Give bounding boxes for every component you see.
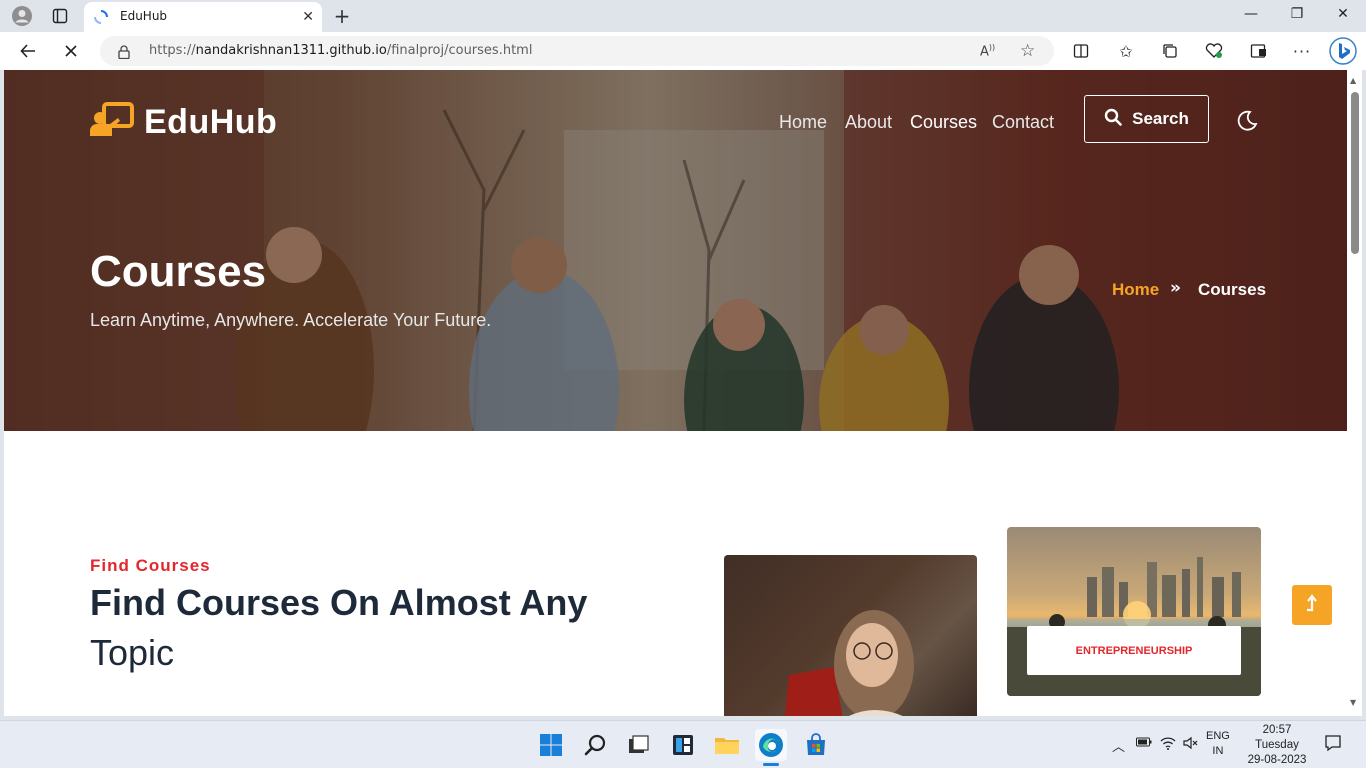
input-language-indicator[interactable]: ENG IN xyxy=(1206,729,1230,759)
scroll-to-top-button[interactable] xyxy=(1292,585,1332,625)
page-scrollbar[interactable]: ▲ ▼ xyxy=(1347,70,1362,716)
bing-copilot-icon[interactable] xyxy=(1329,37,1357,65)
search-button[interactable]: Search xyxy=(1084,95,1209,143)
tab-eduhub[interactable]: EduHub ✕ xyxy=(84,2,322,32)
widgets-icon[interactable] xyxy=(667,729,699,761)
page-viewport: EduHub Home About Courses Contact Search… xyxy=(4,70,1347,716)
region-code: IN xyxy=(1212,745,1224,757)
windows-taskbar: ︿ ENG IN 20:57 Tuesday 29-08-2023 xyxy=(0,720,1366,768)
file-explorer-icon[interactable] xyxy=(711,729,743,761)
search-label: Search xyxy=(1132,109,1189,128)
breadcrumb-home[interactable]: Home xyxy=(1112,280,1159,300)
browser-essentials-icon[interactable] xyxy=(1203,40,1225,62)
new-tab-button[interactable]: + xyxy=(330,4,354,28)
read-aloud-icon[interactable]: A)) xyxy=(980,43,995,59)
tab-title: EduHub xyxy=(120,9,168,23)
teacher-board-icon xyxy=(90,102,134,142)
favorites-icon[interactable]: ✩ xyxy=(1115,40,1137,62)
address-bar[interactable]: https://nandakrishnan1311.github.io/fina… xyxy=(100,36,1054,66)
lock-icon[interactable] xyxy=(118,44,130,63)
system-clock[interactable]: 20:57 Tuesday 29-08-2023 xyxy=(1240,723,1314,768)
site-logo[interactable]: EduHub xyxy=(90,102,277,142)
browser-tab-bar: EduHub ✕ + — ❐ ✕ xyxy=(0,0,1366,32)
close-tab-icon[interactable]: ✕ xyxy=(302,9,314,25)
nav-about[interactable]: About xyxy=(845,112,892,133)
breadcrumb-current: Courses xyxy=(1198,280,1267,299)
back-button[interactable] xyxy=(15,39,41,63)
show-hidden-icons-chevron-up-icon[interactable]: ︿ xyxy=(1112,736,1125,755)
start-windows-icon[interactable] xyxy=(535,729,567,761)
section-heading-light: Topic xyxy=(90,632,175,673)
woman-with-glasses-photo xyxy=(724,555,977,716)
scroll-thumb[interactable] xyxy=(1351,92,1359,254)
profile-icon[interactable] xyxy=(10,4,34,28)
search-icon xyxy=(1104,108,1122,131)
url-text[interactable]: https://nandakrishnan1311.github.io/fina… xyxy=(149,43,532,58)
wifi-icon[interactable] xyxy=(1160,736,1176,753)
section-kicker: Find Courses xyxy=(90,556,211,575)
page-subtitle: Learn Anytime, Anywhere. Accelerate Your… xyxy=(90,310,492,330)
hero-banner: EduHub Home About Courses Contact Search… xyxy=(4,70,1347,431)
scroll-down-arrow-icon[interactable]: ▼ xyxy=(1350,698,1356,707)
nav-contact[interactable]: Contact xyxy=(992,112,1054,133)
active-app-indicator xyxy=(763,763,779,766)
taskbar-search-icon[interactable] xyxy=(580,729,612,761)
tab-actions-icon[interactable] xyxy=(48,4,72,28)
split-screen-icon[interactable] xyxy=(1070,40,1092,62)
clock-date: 29-08-2023 xyxy=(1247,754,1307,766)
edge-browser-icon[interactable] xyxy=(755,729,787,761)
scroll-up-arrow-icon[interactable]: ▲ xyxy=(1350,76,1356,85)
course-card-image[interactable] xyxy=(724,555,977,716)
notifications-icon[interactable] xyxy=(1324,734,1342,755)
brand-name: EduHub xyxy=(144,102,278,141)
task-view-icon[interactable] xyxy=(622,729,654,761)
microsoft-store-icon[interactable] xyxy=(800,729,832,761)
more-options-icon[interactable]: ··· xyxy=(1291,40,1313,62)
language-code: ENG xyxy=(1206,730,1230,742)
stop-loading-button[interactable] xyxy=(58,39,84,63)
restore-button[interactable]: ❐ xyxy=(1282,6,1312,22)
section-heading-bold: Find Courses On Almost Any xyxy=(90,582,588,623)
category-label[interactable]: ENTREPRENEURSHIP xyxy=(1027,626,1241,675)
dark-mode-toggle-icon[interactable] xyxy=(1236,110,1258,136)
battery-icon[interactable] xyxy=(1136,736,1152,751)
clock-day: Tuesday xyxy=(1255,739,1299,751)
volume-muted-icon[interactable] xyxy=(1183,736,1199,753)
close-window-button[interactable]: ✕ xyxy=(1328,6,1358,22)
nav-home[interactable]: Home xyxy=(779,112,827,133)
collections-icon[interactable] xyxy=(1159,40,1181,62)
arrow-up-icon xyxy=(1305,593,1319,617)
clock-time: 20:57 xyxy=(1262,724,1292,736)
page-title: Courses xyxy=(90,247,267,296)
browser-toolbar: https://nandakrishnan1311.github.io/fina… xyxy=(0,32,1366,70)
minimize-button[interactable]: — xyxy=(1236,6,1266,22)
nav-courses[interactable]: Courses xyxy=(910,112,977,133)
loading-icon xyxy=(94,9,108,28)
double-chevron-right-icon: » xyxy=(1170,278,1181,298)
downloads-icon[interactable] xyxy=(1247,40,1269,62)
favorite-star-icon[interactable]: ☆ xyxy=(1020,41,1035,61)
